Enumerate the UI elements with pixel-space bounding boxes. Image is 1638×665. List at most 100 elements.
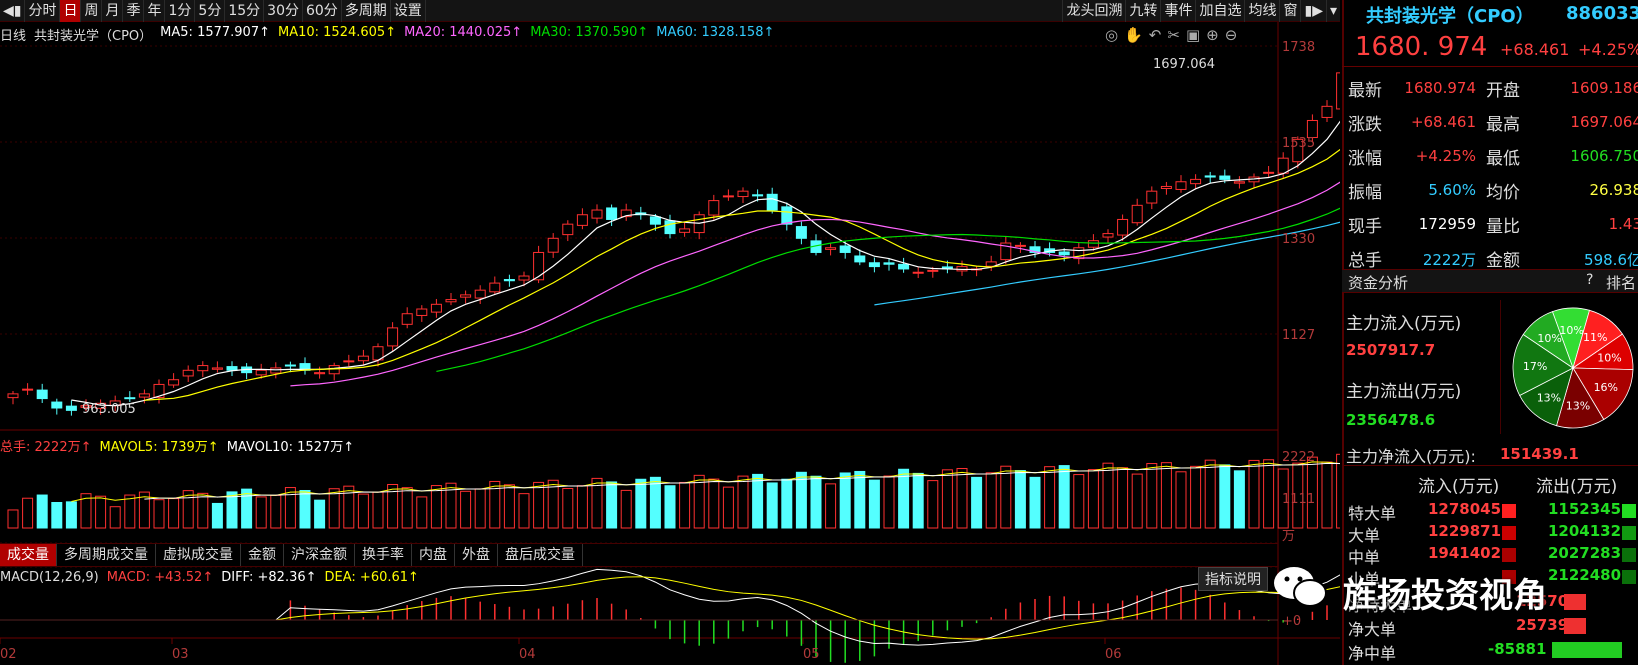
volume-bar [328, 488, 340, 529]
tab-inner[interactable]: 内盘 [412, 544, 455, 566]
macd-zero-tick: +0 [1282, 614, 1302, 629]
volume-bar [839, 472, 851, 529]
inflow-label: 主力流入(万元) [1346, 314, 1462, 334]
candle-body [1117, 218, 1129, 236]
watermark-text: 旌扬投资视角 [1343, 576, 1547, 616]
candle-body [752, 194, 764, 197]
quote-value: 2222万 [1422, 251, 1476, 269]
candle-body [226, 366, 238, 371]
candle-body [270, 367, 282, 374]
date-tick: 06 [1105, 647, 1122, 662]
outflow-value: 2356478.6 [1346, 411, 1436, 429]
wechat-logo [1270, 563, 1330, 613]
col-outflow-header: 流出(万元) [1536, 477, 1618, 497]
volume-bar [606, 481, 618, 529]
candle-body [168, 379, 180, 386]
candle-body [883, 262, 895, 265]
tab-multi-volume[interactable]: 多周期成交量 [57, 544, 156, 566]
candle-body [1160, 185, 1172, 190]
volume-bar [51, 501, 63, 529]
volume-bar [1000, 465, 1012, 529]
mavol5-label: MAVOL5: 1739万↑ [99, 440, 219, 455]
net-value: 25739 [1516, 616, 1569, 634]
volume-bar [781, 478, 793, 529]
diff-value: DIFF: +82.36↑ [221, 570, 317, 585]
fund-flow-row: 特大单 1278045 1152345 [1346, 500, 1638, 523]
order-size-label: 特大单 [1348, 504, 1397, 523]
volume-bar [1233, 470, 1245, 529]
tab-virtual-volume[interactable]: 虚拟成交量 [156, 544, 241, 566]
tab-after-hours[interactable]: 盘后成交量 [498, 544, 583, 566]
indicator-help-button[interactable]: 指标说明 [1198, 567, 1268, 591]
tab-outer[interactable]: 外盘 [455, 544, 498, 566]
candle-body [1219, 175, 1231, 180]
candle-body [255, 369, 267, 376]
candle-body [562, 223, 574, 236]
quote-label: 涨跌 [1348, 115, 1382, 135]
volume-bar [1204, 459, 1216, 529]
volume-bar [284, 487, 296, 529]
quote-value: 5.60% [1428, 181, 1476, 199]
volume-bar [737, 475, 749, 529]
quote-label: 金额 [1486, 251, 1520, 271]
volume-bar [241, 488, 253, 529]
order-size-label: 中单 [1348, 548, 1381, 567]
volume-bar [124, 494, 136, 529]
volume-bar [708, 478, 720, 529]
quote-label: 最低 [1486, 149, 1520, 169]
tab-hs-amount[interactable]: 沪深金额 [284, 544, 355, 566]
volume-bar [635, 478, 647, 529]
pie-label: 10% [1597, 351, 1621, 364]
low-annotation: 963.005 [82, 402, 136, 417]
candle-body [781, 206, 793, 225]
volume-tick: 1111 [1282, 492, 1316, 507]
candle-body [401, 313, 413, 325]
price-tick: 1330 [1282, 232, 1316, 247]
date-tick: 05 [803, 647, 820, 662]
volume-bar [36, 494, 48, 529]
candle-body [387, 327, 399, 347]
volume-bar [971, 476, 983, 529]
outflow-swatch [1622, 504, 1636, 518]
candle-body [1146, 190, 1158, 204]
quote-row: 振幅 5.60% 均价 26.938 [1346, 172, 1638, 206]
candle-body [679, 228, 691, 233]
candle-body [284, 364, 296, 367]
volume-bar [1160, 462, 1172, 529]
price-tick: 1535 [1282, 136, 1316, 151]
pie-label: 13% [1566, 400, 1590, 413]
volume-bar [357, 493, 369, 529]
volume-unit: 万 [1282, 529, 1296, 544]
volume-bar [854, 470, 866, 529]
volume-bar [898, 468, 910, 529]
stock-chart-window: ◀▮ 分时 日 周 月 季 年 1分 5分 15分 30分 60分 多周期 设置… [0, 0, 1638, 665]
volume-bar [255, 496, 267, 529]
dea-line [13, 576, 1340, 640]
candle-body [124, 397, 136, 400]
net-label: 净大单 [1348, 620, 1397, 639]
volume-bar [401, 487, 413, 529]
fund-title: 资金分析 [1348, 274, 1409, 292]
net-bar [1552, 642, 1622, 658]
candle-body [1336, 72, 1340, 110]
outflow-swatch [1622, 548, 1636, 562]
volume-bar [518, 493, 530, 529]
volume-bar [752, 473, 764, 529]
fund-rank-button[interactable]: 排名 [1606, 272, 1636, 293]
tab-turnover[interactable]: 换手率 [355, 544, 412, 566]
net-inflow-value: 151439.1 [1500, 445, 1579, 463]
volume-bar [562, 488, 574, 529]
tab-volume[interactable]: 成交量 [0, 544, 57, 566]
candle-body [1233, 181, 1245, 184]
candle-body [868, 262, 880, 268]
candle-body [1306, 119, 1318, 139]
volume-bar [1058, 465, 1070, 529]
candle-body [51, 401, 63, 409]
inflow-cell: 1278045 [1428, 500, 1502, 518]
volume-bar [299, 489, 311, 529]
volume-bar [1321, 461, 1333, 529]
volume-bar [956, 468, 968, 529]
tab-amount[interactable]: 金额 [241, 544, 284, 566]
fund-help-icon[interactable]: ? [1586, 272, 1593, 288]
volume-legend: 总手: 2222万↑ MAVOL5: 1739万↑ MAVOL10: 1527万… [0, 436, 354, 455]
